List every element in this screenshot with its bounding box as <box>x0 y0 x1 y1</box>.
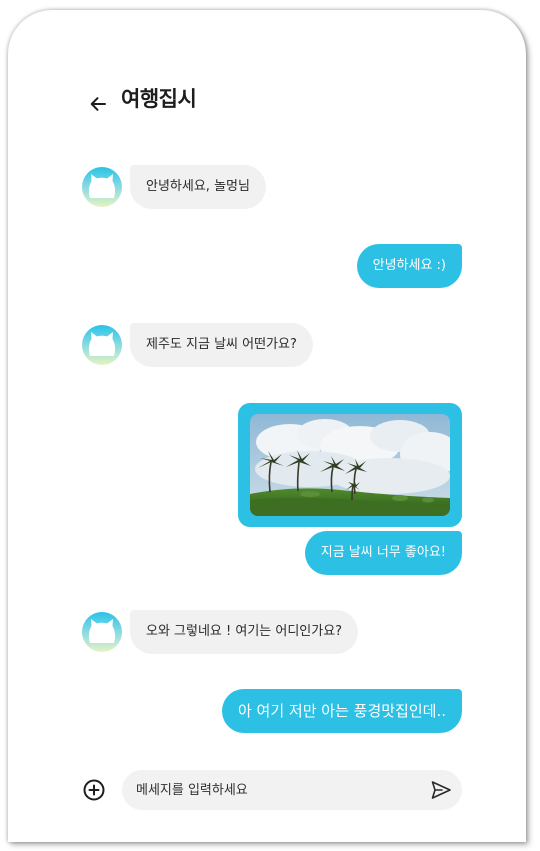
message-outgoing: 지금 날씨 너무 좋아요! <box>304 531 462 575</box>
avatar[interactable] <box>82 612 122 652</box>
add-attachment-button[interactable] <box>82 778 106 802</box>
avatar[interactable] <box>82 167 122 207</box>
message-outgoing: 안녕하세요 :) <box>356 244 462 288</box>
message-outgoing: 아 여기 저만 아는 풍경맛집인데.. <box>221 689 462 733</box>
cat-avatar-icon <box>88 174 116 198</box>
message-incoming: 안녕하세요, 놀멍님 <box>130 165 266 209</box>
message-outgoing-image[interactable] <box>238 403 462 527</box>
chat-screen: 여행집시 안녕하세요, 놀멍님 안녕하세요 :) 제주도 지금 날씨 어떤가요? <box>8 10 526 842</box>
cat-avatar-icon <box>88 332 116 356</box>
message-incoming: 오와 그렇네요 ! 여기는 어디인가요? <box>130 610 359 654</box>
cat-avatar-icon <box>88 619 116 643</box>
chat-title: 여행집시 <box>121 87 197 111</box>
message-incoming: 제주도 지금 날씨 어떤가요? <box>130 323 313 367</box>
send-button[interactable] <box>430 779 452 801</box>
palm-trees-sky-photo <box>250 414 450 516</box>
avatar[interactable] <box>82 325 122 365</box>
arrow-left-icon <box>90 97 106 111</box>
message-composer <box>122 770 462 810</box>
back-button[interactable] <box>84 90 112 118</box>
plus-circle-icon <box>83 779 105 801</box>
send-icon <box>431 781 451 799</box>
message-input[interactable] <box>136 770 406 810</box>
